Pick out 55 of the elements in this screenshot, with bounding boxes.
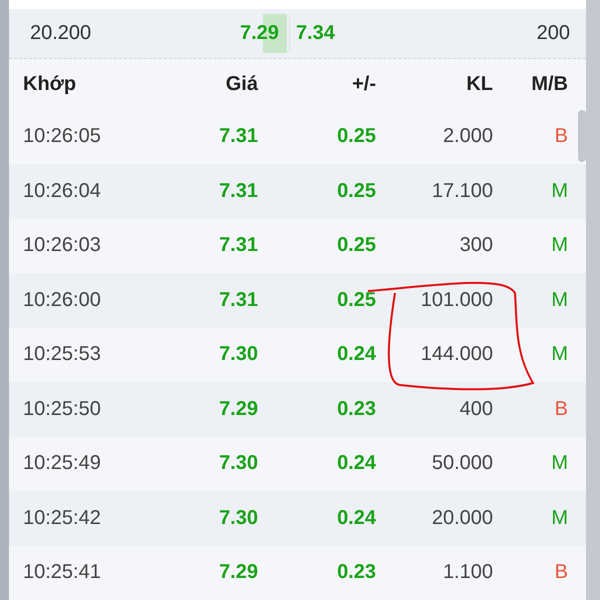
volume-cell-text: 1.100 [442,561,493,584]
change-cell-text: 0.24 [336,506,376,530]
time-cell-text: 10:25:50 [23,398,102,421]
price-cell-text: 7.31 [218,288,258,312]
side-cell-text: M [550,288,568,312]
change-cell-text: 0.24 [336,343,376,366]
side-cell-text: M [550,343,568,366]
volume-text: 20.200 [30,22,92,46]
change-cell-text: 0.25 [336,288,376,312]
column-header: M/B [530,72,568,96]
change-cell-text: 0.23 [336,398,376,421]
bid-price: 7.29 [240,14,287,54]
change-cell-text: 0.25 [336,125,376,148]
volume-cell-text: 20.000 [430,506,493,530]
time-cell-text: 10:26:04 [23,180,102,203]
side-cell-text: M [550,452,568,476]
ask-price: 7.34 [294,21,336,46]
price-cell-text: 7.29 [218,561,258,584]
column-header: KL [465,72,493,96]
change-cell-text: 0.25 [336,234,376,258]
time-cell-text: 10:25:41 [23,561,102,584]
price-cell-text: 7.31 [218,180,258,203]
price-cell-text: 7.31 [218,125,258,148]
scrollbar-thumb[interactable] [578,110,586,162]
column-header: +/- [351,72,376,96]
price-cell-text: 7.29 [218,398,258,421]
time-cell-text: 10:26:00 [23,288,102,312]
side-cell-text: B [554,125,568,148]
side-cell-text: B [554,561,568,584]
column-header: Khớp [23,72,78,96]
side-cell-text: B [554,398,568,421]
time-cell-text: 10:26:05 [23,125,102,148]
change-cell-text: 0.23 [336,561,376,584]
volume-cell-text: 2.000 [442,125,493,148]
column-header: Giá [224,72,258,96]
side-cell-text: M [550,506,568,530]
side-cell-text: M [550,180,568,203]
volume-cell-text: 144.000 [420,343,493,366]
volume-cell-text: 101.000 [420,288,493,312]
price-cell-text: 7.30 [218,343,258,366]
price-cell-text: 7.30 [218,452,258,476]
volume-cell-text: 300 [458,234,493,258]
time-cell-text: 10:25:53 [23,343,102,366]
time-cell-text: 10:26:03 [23,234,102,258]
volume-cell-text: 50.000 [430,452,493,476]
side-cell-text: M [550,234,568,258]
time-cell-text: 10:25:49 [23,452,102,476]
volume-cell-text: 400 [458,398,493,421]
time-cell-text: 10:25:42 [23,506,102,530]
price-cell-text: 7.31 [218,234,258,258]
change-cell-text: 0.24 [336,452,376,476]
volume-text: 200 [536,22,570,46]
price-cell-text: 7.30 [218,506,258,530]
volume-cell-text: 17.100 [430,180,493,203]
change-cell-text: 0.25 [336,180,376,203]
